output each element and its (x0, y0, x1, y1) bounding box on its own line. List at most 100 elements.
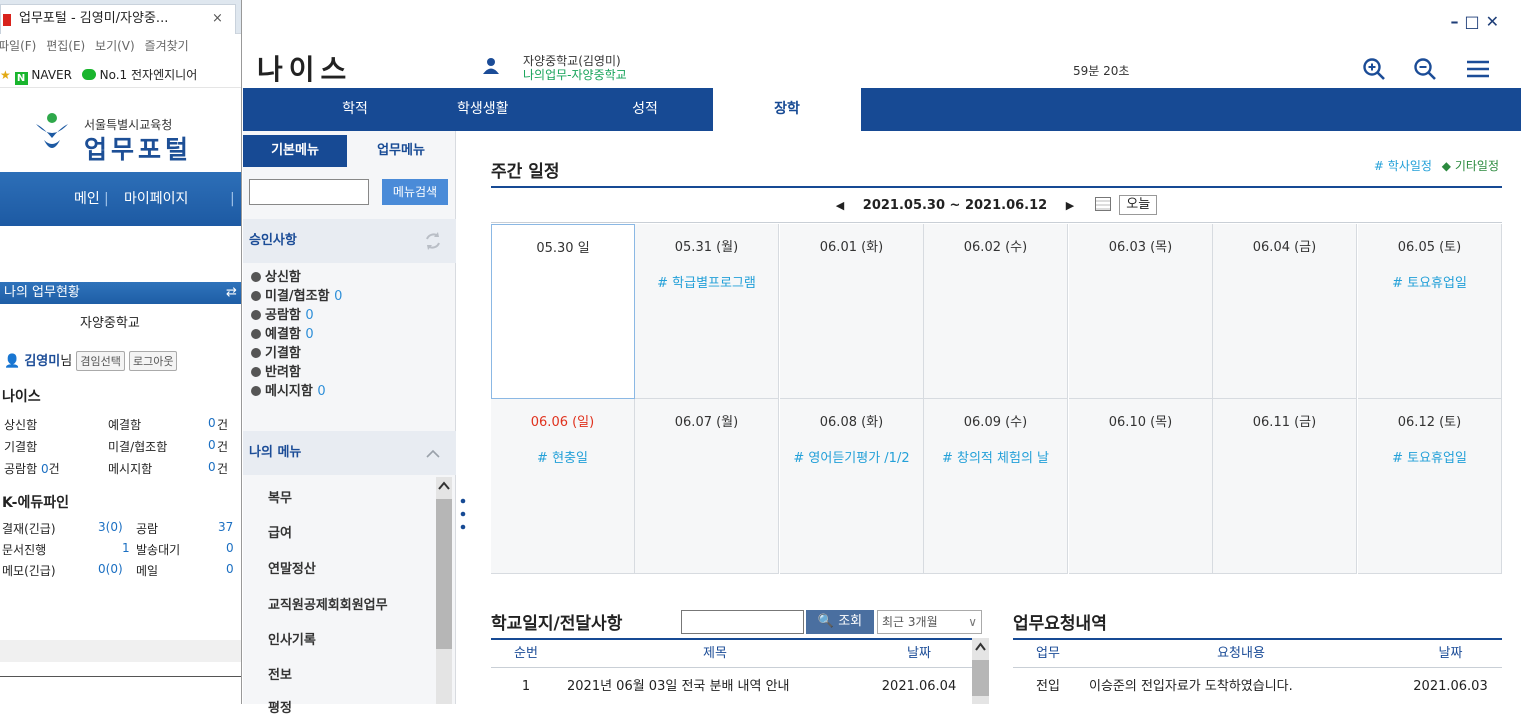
zoom-out-icon[interactable] (1412, 56, 1438, 82)
main-content: 주간 일정 # 학사일정 ◆ 기타일정 ◀ 2021.05.30 ~ 2021.… (491, 131, 1521, 704)
edufine-label[interactable]: 메일 (136, 562, 158, 579)
edufine-label[interactable]: 문서진행 (2, 543, 46, 557)
my-menu-item[interactable]: 교직원공제회회원업무 (268, 594, 388, 613)
menu-search-button[interactable]: 메뉴검색 (382, 179, 448, 205)
edufine-label[interactable]: 결재(긴급) (2, 522, 56, 536)
calendar-event[interactable]: # 영어듣기평가 /1/2 (780, 447, 923, 466)
scroll-thumb[interactable] (972, 660, 989, 696)
neis-label[interactable]: 미결/협조함 (108, 438, 167, 455)
resize-handle-icon[interactable] (460, 497, 466, 531)
nav-mypage[interactable]: 마이페이지 (124, 172, 188, 226)
my-menu-item[interactable]: 인사기록 (268, 629, 316, 648)
menu-file[interactable]: 파일(F) (0, 39, 36, 53)
tab-basic-menu[interactable]: 기본메뉴 (243, 135, 347, 167)
my-menu-item[interactable]: 급여 (268, 522, 292, 541)
row-title[interactable]: 2021년 06월 03일 전국 분배 내역 안내 (567, 673, 790, 701)
calendar-day-cell[interactable]: 05.30 일 (491, 224, 635, 399)
calendar-day-cell[interactable]: 06.06 (일) # 현충일 (491, 399, 635, 574)
calendar-day-cell[interactable]: 06.08 (화) # 영어듣기평가 /1/2 (780, 399, 924, 574)
menu-view[interactable]: 보기(V) (95, 39, 135, 53)
calendar-day-cell[interactable]: 05.31 (월) # 학급별프로그램 (635, 224, 779, 399)
approval-item[interactable]: 예결함 0 (251, 326, 314, 344)
hamburger-menu-icon[interactable] (1465, 56, 1491, 82)
edufine-label[interactable]: 메모(긴급) (2, 564, 56, 578)
calendar-event[interactable]: # 현충일 (491, 447, 634, 466)
calendar-event[interactable]: # 토요휴업일 (1358, 447, 1501, 466)
period-select[interactable]: 최근 3개월 ∨ (877, 610, 982, 634)
calendar-event[interactable]: # 학급별프로그램 (635, 272, 778, 291)
logout-button[interactable]: 로그아웃 (128, 351, 178, 371)
approval-item[interactable]: 미결/협조함 0 (251, 288, 342, 306)
neis-count: 0 (208, 416, 216, 430)
approval-item[interactable]: 메시지함 0 (251, 383, 326, 401)
neis-label[interactable]: 예결함 (108, 416, 141, 433)
calendar-day-cell[interactable]: 06.07 (월) (635, 399, 779, 574)
window-controls[interactable]: –□✕ (1450, 12, 1505, 31)
tab-work-menu[interactable]: 업무메뉴 (349, 135, 453, 167)
scroll-thumb[interactable] (436, 499, 452, 649)
edufine-row: 문서진행 1 발송대기 0 (2, 541, 238, 558)
table-row[interactable]: 전입 이승준의 전입자료가 도착하였습니다. 2021.06.03 (1013, 673, 1502, 701)
calendar-day-cell[interactable]: 06.12 (토) # 토요휴업일 (1358, 399, 1502, 574)
scroll-up-icon[interactable] (975, 642, 986, 651)
calendar-day-cell[interactable]: 06.02 (수) (924, 224, 1068, 399)
nav-scholarship[interactable]: 장학 (713, 88, 861, 131)
week-range: 2021.05.30 ~ 2021.06.12 (862, 198, 1048, 213)
refresh-icon[interactable] (423, 231, 443, 251)
my-menu-item[interactable]: 평정 (268, 697, 292, 716)
my-menu-header[interactable]: 나의 메뉴 (243, 431, 456, 475)
my-menu-item[interactable]: 복무 (268, 487, 292, 506)
my-menu-item[interactable]: 전보 (268, 664, 292, 683)
calendar-day-cell[interactable]: 06.03 (목) (1069, 224, 1213, 399)
next-week-icon[interactable]: ▶ (1066, 199, 1074, 212)
favorite-engineer[interactable]: No.1 전자엔지니어 (100, 68, 198, 82)
edufine-label[interactable]: 발송대기 (136, 541, 180, 558)
calendar-day-cell[interactable]: 06.05 (토) # 토요휴업일 (1358, 224, 1502, 399)
calendar-day-cell[interactable]: 06.09 (수) # 창의적 체험의 날 (924, 399, 1068, 574)
chevron-up-icon[interactable] (425, 447, 441, 459)
approval-header[interactable]: 승인사항 (243, 219, 456, 263)
calendar-day-cell[interactable]: 06.01 (화) (780, 224, 924, 399)
journal-search-input[interactable] (681, 610, 804, 634)
approval-item[interactable]: 공람함 0 (251, 307, 314, 325)
portal-logo[interactable]: 서울특별시교육청 업무포털 (0, 90, 241, 170)
menu-favorites[interactable]: 즐겨찾기 (145, 39, 189, 53)
refresh-icon[interactable]: ⇄ (226, 282, 237, 304)
browser-tab[interactable]: 업무포털 - 김영미/자양중... × (0, 4, 236, 34)
menu-scrollbar[interactable] (436, 477, 452, 704)
approval-item[interactable]: 상신함 (251, 269, 301, 287)
table-row[interactable]: 1 2021년 06월 03일 전국 분배 내역 안내 2021.06.04 (491, 673, 969, 701)
approval-item[interactable]: 기결함 (251, 345, 301, 363)
calendar-event[interactable]: # 창의적 체험의 날 (924, 447, 1067, 466)
calendar-icon[interactable] (1094, 197, 1111, 211)
row-content[interactable]: 이승준의 전입자료가 도착하였습니다. (1089, 673, 1293, 701)
menu-edit[interactable]: 편집(E) (46, 39, 85, 53)
calendar-day-cell[interactable]: 06.04 (금) (1213, 224, 1357, 399)
neis-label[interactable]: 메시지함 (108, 460, 152, 477)
prev-week-icon[interactable]: ◀ (836, 199, 844, 212)
nav-main[interactable]: 메인 (74, 172, 100, 226)
zoom-in-icon[interactable] (1361, 56, 1387, 82)
journal-search-button[interactable]: 🔍 조회 (806, 610, 874, 634)
scroll-up-icon[interactable] (438, 481, 450, 491)
calendar-event[interactable]: # 토요휴업일 (1358, 272, 1501, 291)
calendar-day-cell[interactable]: 06.11 (금) (1213, 399, 1357, 574)
today-button[interactable]: 오늘 (1119, 195, 1158, 215)
favorites-star-icon[interactable]: ★ (0, 62, 11, 88)
approval-item[interactable]: 반려함 (251, 364, 301, 382)
favorite-naver[interactable]: NAVER (31, 68, 72, 82)
neis-label[interactable]: 기결함 (4, 440, 37, 454)
my-menu-item[interactable]: 연말정산 (268, 558, 316, 577)
nav-student-life[interactable]: 학생생활 (433, 88, 553, 131)
neis-label[interactable]: 공람함 (4, 462, 37, 476)
calendar-day-cell[interactable]: 06.10 (목) (1069, 399, 1213, 574)
nav-hakjeok[interactable]: 학적 (295, 88, 415, 131)
nav-grades[interactable]: 성적 (585, 88, 705, 131)
edufine-label[interactable]: 공람 (136, 520, 158, 537)
position-select-button[interactable]: 겸임선택 (76, 351, 125, 371)
user-role[interactable]: 나의업무-자양중학교 (523, 68, 627, 82)
neis-label[interactable]: 상신함 (4, 418, 37, 432)
menu-search-input[interactable] (249, 179, 369, 205)
journal-scrollbar[interactable] (972, 638, 989, 704)
close-tab-icon[interactable]: × (212, 5, 223, 33)
